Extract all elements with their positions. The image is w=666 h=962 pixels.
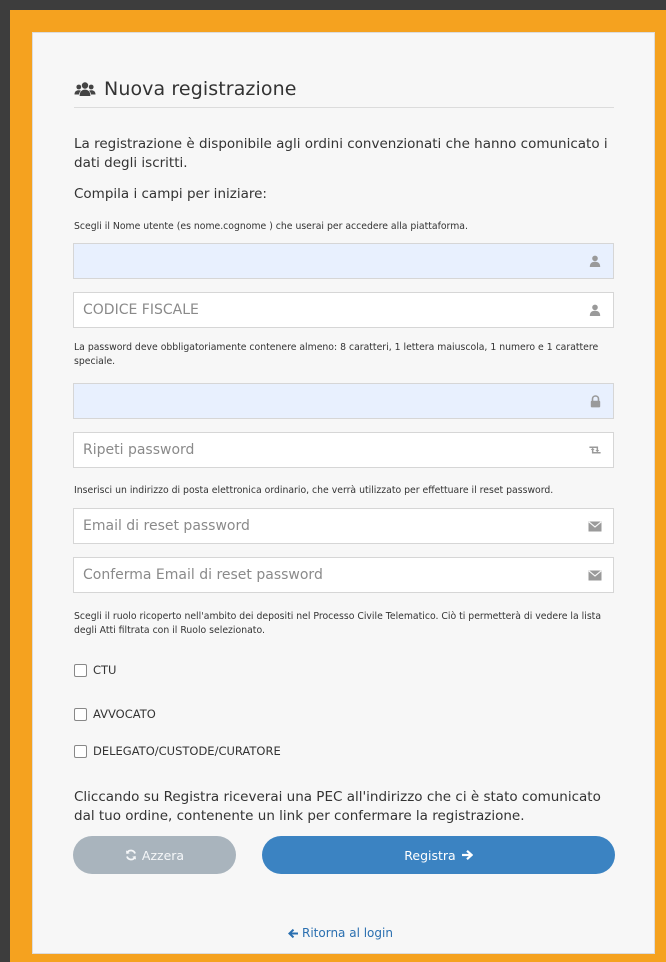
delegato-checkbox[interactable]: [74, 744, 87, 758]
ctu-checkbox[interactable]: [74, 663, 87, 677]
username-hint: Scegli il Nome utente (es nome.cognome )…: [74, 221, 468, 232]
back-to-login-link[interactable]: Ritorna al login: [288, 926, 393, 940]
retweet-icon: [588, 443, 602, 457]
repeat-password-field[interactable]: Ripeti password: [73, 432, 614, 468]
delegato-label: DELEGATO/CUSTODE/CURATORE: [93, 744, 281, 758]
ctu-label: CTU: [93, 663, 117, 677]
page-title: Nuova registrazione: [104, 78, 297, 100]
reset-button-label: Azzera: [141, 847, 185, 863]
reset-email-placeholder: Email di reset password: [83, 518, 250, 534]
register-button-label: Registra: [404, 847, 456, 863]
role-option-delegato[interactable]: DELEGATO/CUSTODE/CURATORE: [74, 744, 281, 758]
role-hint: Scegli il ruolo ricoperto nell'ambito de…: [74, 611, 602, 636]
envelope-icon: [588, 519, 602, 533]
repeat-password-placeholder: Ripeti password: [83, 442, 195, 458]
confirm-reset-email-placeholder: Conferma Email di reset password: [83, 567, 323, 583]
password-field[interactable]: [73, 383, 614, 419]
role-option-ctu[interactable]: CTU: [74, 663, 116, 677]
header-divider: [74, 107, 614, 108]
user-icon: [588, 254, 602, 268]
password-hint: La password deve obbligatoriamente conte…: [74, 342, 599, 367]
lock-icon: [588, 394, 602, 408]
email-hint: Inserisci un indirizzo di posta elettron…: [74, 485, 554, 496]
reset-email-field[interactable]: Email di reset password: [73, 508, 614, 544]
users-icon: [74, 81, 96, 97]
role-option-avvocato[interactable]: AVVOCATO: [74, 707, 156, 721]
username-field[interactable]: [73, 243, 614, 279]
registration-notice: Cliccando su Registra riceverai una PEC …: [74, 789, 601, 824]
page-header: Nuova registrazione: [74, 78, 297, 100]
back-to-login-label: Ritorna al login: [302, 926, 393, 940]
arrow-left-icon: [288, 928, 299, 939]
avvocato-label: AVVOCATO: [93, 707, 156, 721]
intro-text: La registrazione è disponibile agli ordi…: [74, 136, 608, 171]
codice-fiscale-placeholder: CODICE FISCALE: [83, 302, 199, 318]
codice-fiscale-field[interactable]: CODICE FISCALE: [73, 292, 614, 328]
refresh-icon: [125, 849, 137, 861]
register-button[interactable]: Registra: [262, 836, 615, 874]
confirm-reset-email-field[interactable]: Conferma Email di reset password: [73, 557, 614, 593]
reset-button[interactable]: Azzera: [73, 836, 236, 874]
instructions-text: Compila i campi per iniziare:: [74, 186, 267, 202]
user-icon: [588, 303, 602, 317]
avvocato-checkbox[interactable]: [74, 707, 87, 721]
envelope-icon: [588, 568, 602, 582]
arrow-right-icon: [461, 849, 473, 861]
